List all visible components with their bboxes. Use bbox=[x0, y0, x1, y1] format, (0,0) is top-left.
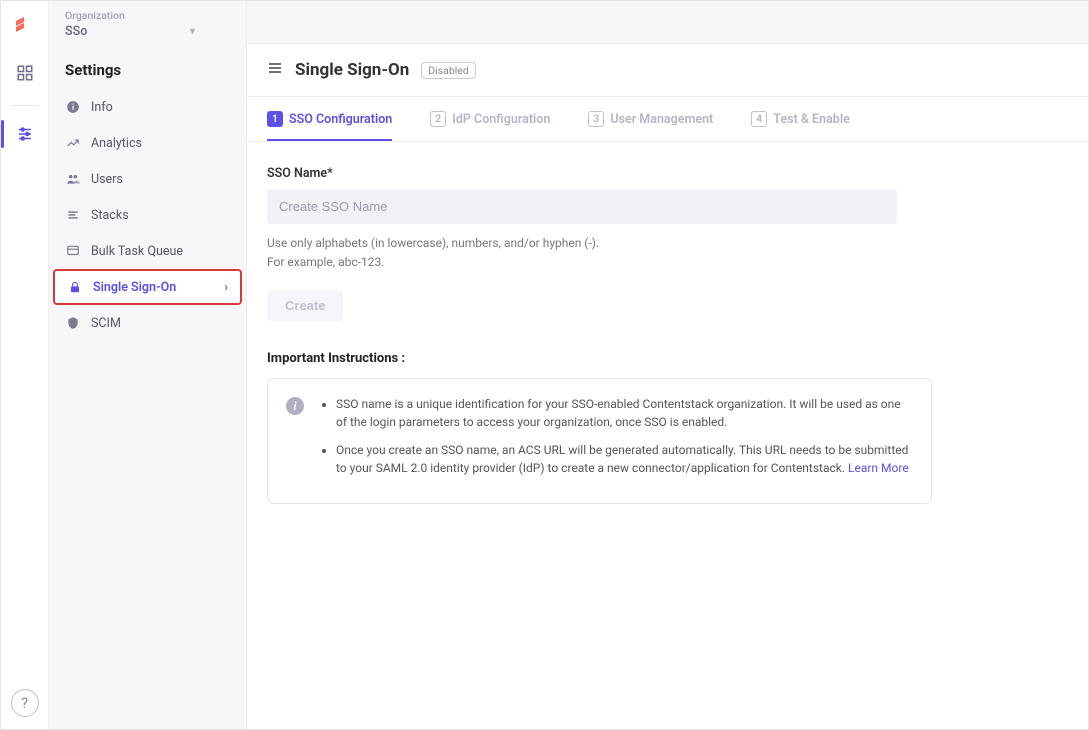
sidebar-item-stacks[interactable]: Stacks bbox=[49, 197, 246, 233]
tabs: 1 SSO Configuration 2 IdP Configuration … bbox=[247, 97, 1088, 142]
instruction-item: Once you create an SSO name, an ACS URL … bbox=[336, 441, 913, 477]
org-name: SSo bbox=[65, 24, 87, 39]
sidebar-item-label: Analytics bbox=[91, 136, 142, 151]
sidebar-item-info[interactable]: Info bbox=[49, 89, 246, 125]
rail-divider bbox=[11, 105, 39, 106]
create-button[interactable]: Create bbox=[267, 290, 343, 321]
sidebar-item-bulk-task-queue[interactable]: Bulk Task Queue bbox=[49, 233, 246, 269]
menu-icon[interactable] bbox=[267, 60, 283, 80]
instruction-item: SSO name is a unique identification for … bbox=[336, 395, 913, 431]
sidebar-item-label: Info bbox=[91, 100, 113, 115]
stacks-icon bbox=[65, 207, 81, 223]
sidebar-item-single-sign-on[interactable]: Single Sign-On › bbox=[53, 269, 242, 305]
sidebar-item-label: SCIM bbox=[91, 316, 121, 331]
sidebar-item-analytics[interactable]: Analytics bbox=[49, 125, 246, 161]
tab-label: Test & Enable bbox=[773, 112, 850, 127]
tab-idp-configuration[interactable]: 2 IdP Configuration bbox=[430, 97, 550, 141]
instructions-box: i SSO name is a unique identification fo… bbox=[267, 378, 932, 504]
sso-name-input[interactable] bbox=[267, 189, 897, 224]
learn-more-link[interactable]: Learn More bbox=[848, 461, 909, 475]
shield-icon bbox=[65, 315, 81, 331]
lock-icon bbox=[67, 279, 83, 295]
tab-user-management[interactable]: 3 User Management bbox=[588, 97, 713, 141]
sidebar-item-label: Users bbox=[91, 172, 123, 187]
page-title: Single Sign-On bbox=[295, 60, 409, 80]
info-icon bbox=[65, 99, 81, 115]
tab-label: SSO Configuration bbox=[289, 112, 392, 127]
chevron-right-icon: › bbox=[224, 280, 228, 294]
sidebar-item-scim[interactable]: SCIM bbox=[49, 305, 246, 341]
tab-sso-configuration[interactable]: 1 SSO Configuration bbox=[267, 97, 392, 141]
sso-name-help: Use only alphabets (in lowercase), numbe… bbox=[267, 234, 907, 272]
users-icon bbox=[65, 171, 81, 187]
main-area: Single Sign-On Disabled 1 SSO Configurat… bbox=[247, 1, 1088, 729]
sidebar-item-users[interactable]: Users bbox=[49, 161, 246, 197]
help-button[interactable]: ? bbox=[11, 689, 39, 717]
instructions-title: Important Instructions : bbox=[267, 351, 907, 366]
sidebar: Organization SSo ▾ Settings Info Analyti… bbox=[49, 1, 247, 729]
org-selector[interactable]: SSo ▾ bbox=[65, 24, 195, 39]
page-header: Single Sign-On Disabled bbox=[247, 44, 1088, 97]
org-label: Organization bbox=[65, 9, 230, 22]
tab-number: 2 bbox=[430, 111, 446, 127]
chevron-down-icon: ▾ bbox=[190, 26, 195, 37]
logo bbox=[13, 13, 37, 37]
status-badge: Disabled bbox=[421, 62, 476, 79]
analytics-icon bbox=[65, 135, 81, 151]
tab-test-enable[interactable]: 4 Test & Enable bbox=[751, 97, 850, 141]
tab-number: 4 bbox=[751, 111, 767, 127]
nav-rail: ? bbox=[1, 1, 49, 729]
info-icon: i bbox=[286, 397, 304, 415]
tab-number: 1 bbox=[267, 111, 283, 127]
sidebar-item-label: Single Sign-On bbox=[93, 280, 176, 295]
rail-dashboard[interactable] bbox=[9, 57, 41, 89]
sidebar-item-label: Bulk Task Queue bbox=[91, 244, 183, 259]
sso-name-label: SSO Name* bbox=[267, 166, 907, 181]
tab-label: User Management bbox=[610, 112, 713, 127]
sidebar-title: Settings bbox=[49, 47, 246, 89]
queue-icon bbox=[65, 243, 81, 259]
tab-number: 3 bbox=[588, 111, 604, 127]
rail-settings[interactable] bbox=[9, 118, 41, 150]
sidebar-item-label: Stacks bbox=[91, 208, 129, 223]
tab-label: IdP Configuration bbox=[452, 112, 550, 127]
